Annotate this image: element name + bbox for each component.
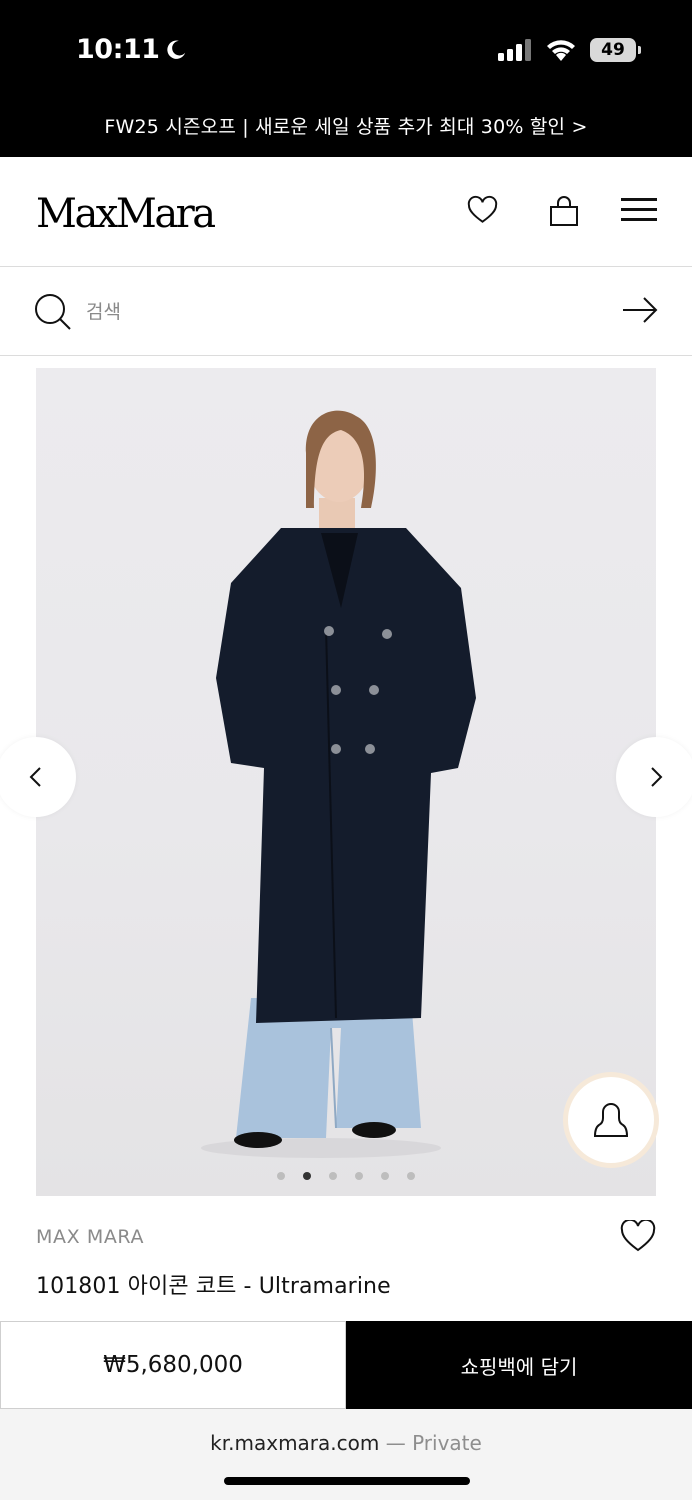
arrow-right-icon[interactable] bbox=[622, 296, 658, 324]
moon-icon bbox=[167, 40, 186, 59]
pagination-dot[interactable] bbox=[277, 1172, 285, 1180]
product-image[interactable] bbox=[36, 368, 656, 1196]
shopping-bag-icon[interactable] bbox=[548, 195, 580, 227]
model-in-coat-illustration bbox=[201, 410, 476, 1158]
status-and-promo-bar: 10:11 49 FW25 시즌오프 | 새로운 세일 상품 추가 최대 30%… bbox=[0, 0, 692, 157]
pagination-dot[interactable] bbox=[407, 1172, 415, 1180]
product-brand: MAX MARA bbox=[36, 1226, 145, 1248]
site-header: MaxMara bbox=[0, 157, 692, 267]
pagination-dot[interactable] bbox=[303, 1172, 311, 1180]
battery-indicator: 49 bbox=[590, 38, 641, 62]
url-domain: kr.maxmara.com bbox=[210, 1431, 380, 1455]
chevron-right-icon bbox=[651, 767, 663, 787]
url-display[interactable]: kr.maxmara.com — Private bbox=[0, 1431, 692, 1455]
cellular-signal-icon bbox=[498, 39, 531, 61]
maxmara-logo[interactable]: MaxMara bbox=[36, 191, 216, 237]
person-silhouette-icon bbox=[593, 1102, 629, 1137]
pagination-dot[interactable] bbox=[381, 1172, 389, 1180]
product-name: 101801 아이콘 코트 - Ultramarine bbox=[36, 1274, 391, 1299]
status-time: 10:11 bbox=[76, 34, 187, 65]
wishlist-heart-icon[interactable] bbox=[467, 195, 498, 227]
battery-level: 49 bbox=[601, 40, 625, 60]
pagination-dot[interactable] bbox=[329, 1172, 337, 1180]
product-price: ₩5,680,000 bbox=[0, 1321, 346, 1409]
home-indicator bbox=[224, 1477, 470, 1485]
clock: 10:11 bbox=[76, 34, 160, 65]
search-input[interactable] bbox=[86, 296, 586, 328]
pagination-dot[interactable] bbox=[355, 1172, 363, 1180]
gallery-pagination bbox=[0, 1172, 692, 1180]
add-to-bag-button[interactable]: 쇼핑백에 담기 bbox=[346, 1321, 692, 1409]
promo-banner[interactable]: FW25 시즌오프 | 새로운 세일 상품 추가 최대 30% 할인 > bbox=[0, 112, 692, 139]
chevron-left-icon bbox=[29, 767, 41, 787]
browser-url-bar[interactable]: kr.maxmara.com — Private bbox=[0, 1409, 692, 1500]
gallery-next-button[interactable] bbox=[616, 737, 692, 817]
status-indicators: 49 bbox=[498, 38, 641, 62]
search-bar bbox=[0, 268, 692, 356]
search-icon[interactable] bbox=[34, 293, 72, 331]
add-to-wishlist-heart-icon[interactable] bbox=[620, 1220, 656, 1254]
virtual-try-on-button[interactable] bbox=[563, 1072, 659, 1168]
menu-hamburger-icon[interactable] bbox=[621, 195, 657, 225]
wifi-icon bbox=[547, 40, 575, 61]
private-label: — Private bbox=[385, 1431, 482, 1455]
